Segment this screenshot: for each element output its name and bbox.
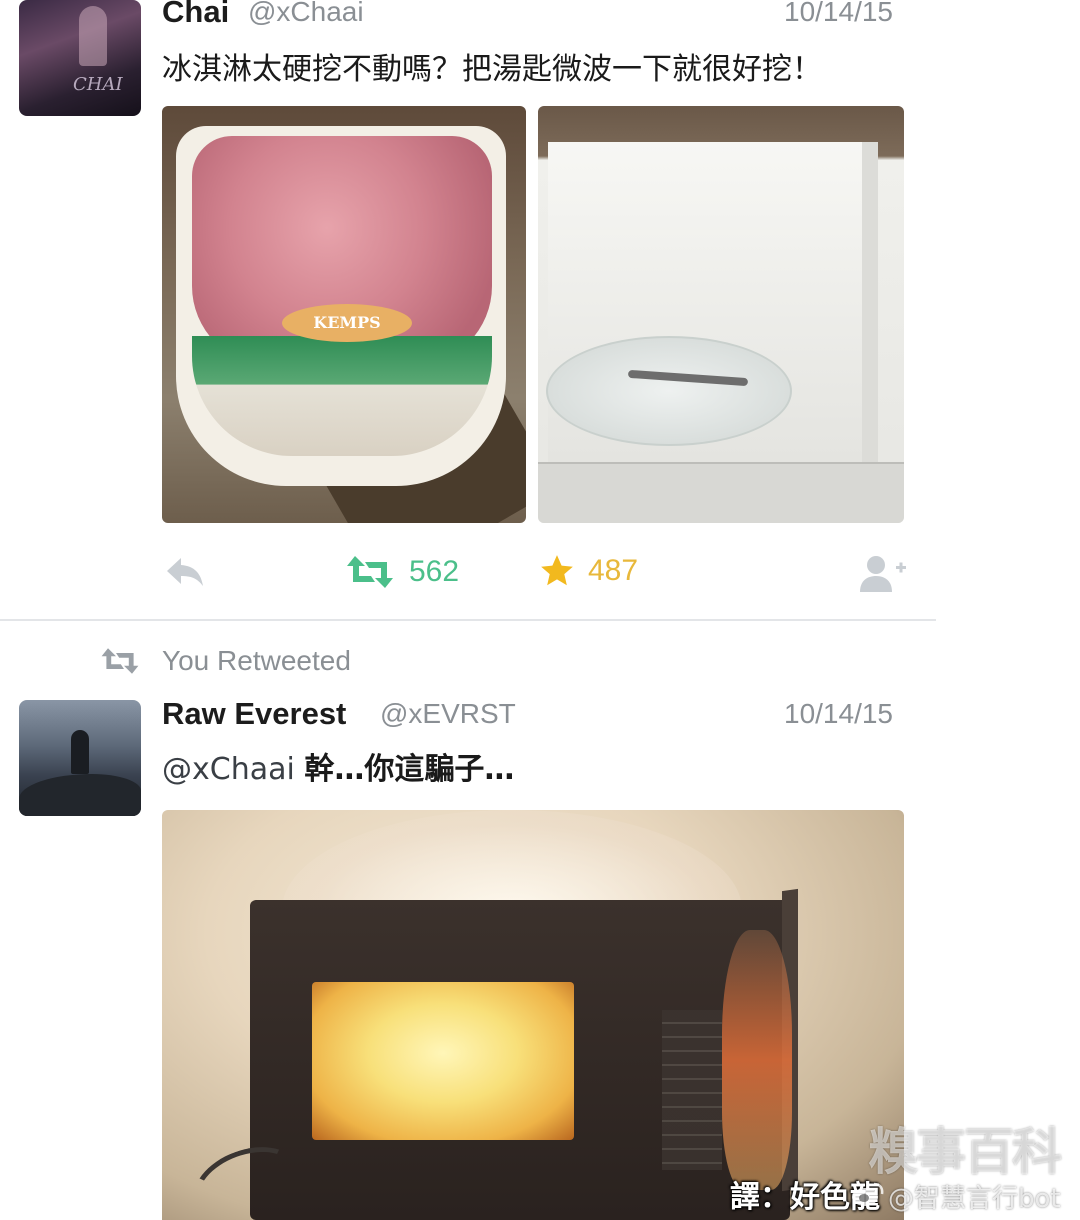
tweet-image-icecream[interactable]: KEMPS <box>162 106 526 523</box>
image-oven-buttons <box>662 1010 722 1170</box>
tweet-date: 10/14/15 <box>784 0 893 27</box>
retweet-button[interactable]: 562 <box>345 552 459 592</box>
favorite-count: 487 <box>588 554 639 587</box>
tweet-text: @xChaai 幹…你這騙子… <box>162 744 514 788</box>
image-oven-window-fire <box>312 982 574 1140</box>
avatar[interactable]: CHAI <box>19 0 141 116</box>
weibo-icon <box>852 1182 884 1206</box>
image-plate <box>546 336 792 446</box>
tweet-text: 冰淇淋太硬挖不動嗎？把湯匙微波一下就很好挖！ <box>162 52 822 87</box>
star-icon <box>541 555 573 586</box>
reply-icon <box>167 558 203 586</box>
avatar-person <box>71 730 89 774</box>
avatar-ground <box>19 774 141 816</box>
avatar-figure <box>79 6 107 66</box>
follow-icon <box>860 556 906 592</box>
reply-button[interactable] <box>163 552 207 592</box>
tweet-author-name[interactable]: Raw Everest <box>162 696 346 732</box>
tweet-divider <box>0 619 936 621</box>
follow-button[interactable] <box>856 552 908 594</box>
tweet-author-handle[interactable]: @xChaai <box>248 0 364 28</box>
retweet-icon <box>347 556 393 588</box>
tweet-image-microwave[interactable] <box>538 106 904 523</box>
avatar-text: CHAI <box>73 74 123 95</box>
retweet-icon <box>101 648 139 674</box>
tweet-image-burning-microwave[interactable] <box>162 810 904 1220</box>
avatar[interactable] <box>19 700 141 816</box>
retweet-context-icon-wrap <box>100 645 140 677</box>
tweet-date: 10/14/15 <box>784 698 893 729</box>
retweet-count: 562 <box>409 555 460 588</box>
tweet-mention[interactable]: @xChaai <box>162 752 295 787</box>
tweet-body: 幹…你這騙子… <box>304 752 515 787</box>
watermark-logo: 糗事百科 <box>868 1122 1062 1181</box>
tweet-author-handle[interactable]: @xEVRST <box>380 698 516 730</box>
image-brand-label: KEMPS <box>282 304 412 342</box>
retweet-context-label: You Retweeted <box>162 645 351 676</box>
image-flame <box>722 930 792 1190</box>
tweet-author-name[interactable]: Chai <box>162 0 229 30</box>
watermark-handle: @智慧言行bot <box>888 1184 1061 1214</box>
favorite-button[interactable]: 487 <box>538 552 638 590</box>
image-microwave-panel <box>538 462 904 523</box>
image-cup-band <box>192 336 492 456</box>
